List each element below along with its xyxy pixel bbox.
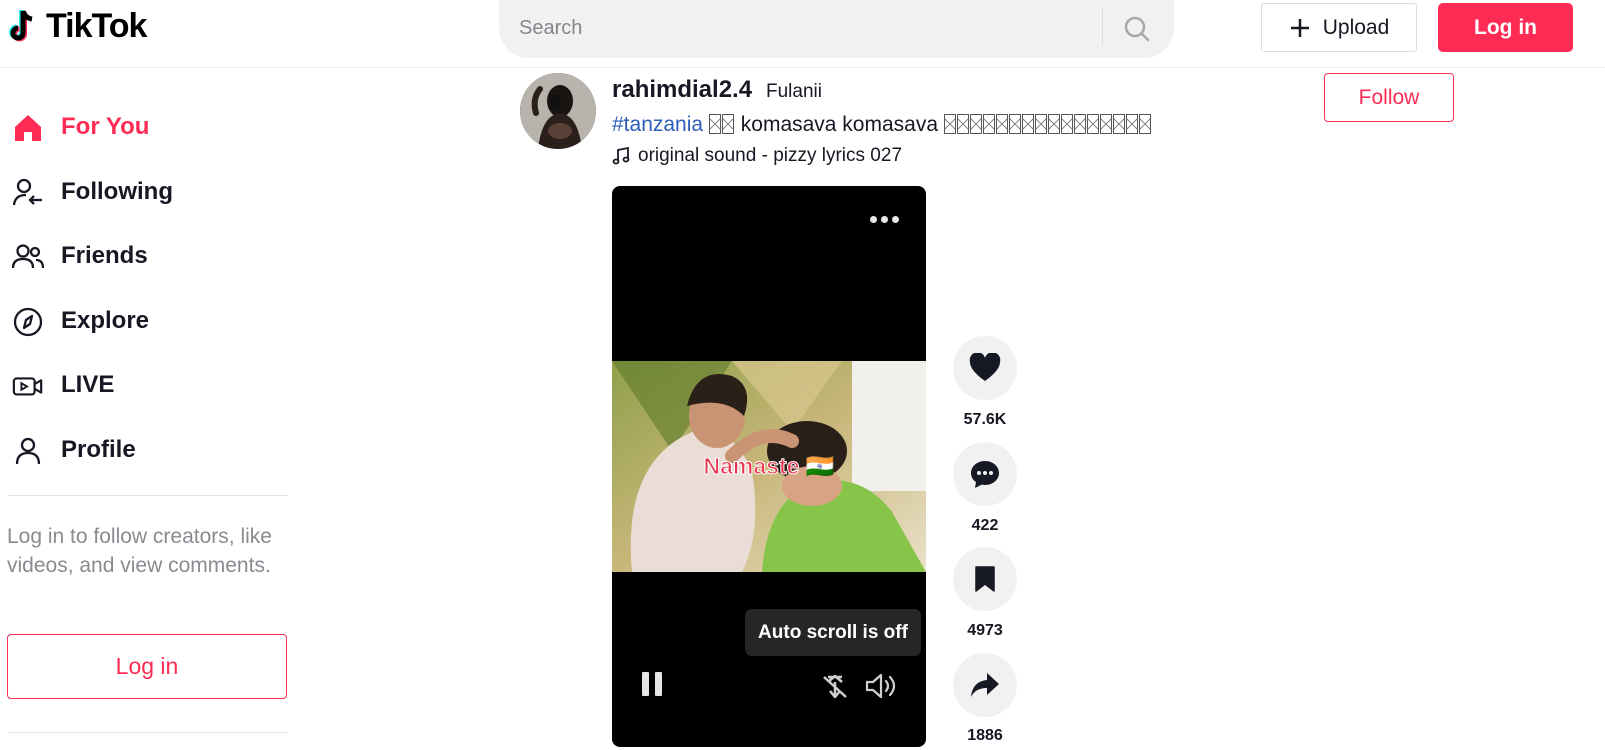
music-note-icon (612, 147, 630, 165)
sidebar-item-explore[interactable]: Explore (0, 296, 290, 346)
sidebar-item-label: Following (61, 178, 173, 205)
comment-button[interactable] (953, 442, 1017, 506)
like-count: 57.6K (963, 411, 1007, 428)
tiktok-logo[interactable]: TikTok (8, 6, 147, 46)
profile-icon (12, 435, 44, 467)
auto-scroll-off-icon[interactable] (820, 671, 850, 701)
plus-icon (1290, 18, 1309, 37)
top-header: TikTok Upload Log in (0, 0, 1605, 68)
compass-icon (12, 306, 44, 338)
sound-link[interactable]: original sound - pizzy lyrics 027 (612, 145, 902, 167)
search-divider (1102, 9, 1103, 46)
home-icon (12, 112, 44, 144)
avatar[interactable] (520, 73, 596, 149)
sidebar-item-label: For You (61, 113, 150, 140)
sidebar-item-label: Friends (61, 242, 148, 269)
sidebar-item-friends[interactable]: Friends (0, 231, 290, 281)
sidebar-divider (8, 495, 288, 496)
logo-text: TikTok (46, 6, 147, 45)
live-icon (12, 370, 44, 402)
sidebar-login-button[interactable]: Log in (7, 634, 287, 699)
post-username[interactable]: rahimdial2.4 (612, 76, 752, 104)
more-options-icon[interactable] (870, 214, 902, 224)
pause-icon[interactable] (642, 672, 666, 700)
comment-icon (971, 461, 999, 488)
avatar-image (520, 73, 596, 149)
video-overlay-text: Namaste 🇮🇳 (703, 453, 835, 480)
sidebar-divider (8, 732, 288, 733)
auto-scroll-toast: Auto scroll is off (745, 609, 921, 656)
post-caption: #tanzania komasava komasava (612, 113, 1152, 137)
sound-label: original sound - pizzy lyrics 027 (638, 145, 903, 166)
search-button[interactable] (1117, 10, 1157, 48)
save-count: 4973 (967, 622, 1003, 639)
upload-button[interactable]: Upload (1261, 3, 1417, 52)
sidebar-item-label: Profile (61, 436, 136, 463)
search-input[interactable] (519, 13, 1079, 43)
missing-glyphs (708, 113, 735, 136)
search-bar (499, 0, 1174, 58)
video-frame: Namaste 🇮🇳 (612, 361, 926, 572)
header-login-button[interactable]: Log in (1438, 3, 1573, 52)
video-player[interactable]: Namaste 🇮🇳 Auto scroll is off (612, 186, 926, 747)
follow-button[interactable]: Follow (1324, 73, 1454, 122)
login-prompt-text: Log in to follow creators, like videos, … (7, 525, 272, 577)
sidebar-item-live[interactable]: LIVE (0, 360, 290, 410)
share-button[interactable] (953, 653, 1017, 717)
bookmark-icon (975, 566, 995, 592)
following-icon (12, 177, 44, 209)
hashtag-link[interactable]: #tanzania (612, 113, 703, 136)
volume-icon[interactable] (864, 671, 898, 701)
like-button[interactable] (953, 336, 1017, 400)
share-count: 1886 (967, 727, 1003, 744)
share-icon (971, 673, 999, 697)
search-icon (1124, 16, 1150, 42)
upload-label: Upload (1322, 15, 1390, 39)
sidebar-item-for-you[interactable]: For You (0, 102, 290, 152)
sidebar-item-following[interactable]: Following (0, 167, 290, 217)
save-button[interactable] (953, 547, 1017, 611)
sidebar-item-label: Explore (61, 307, 150, 334)
friends-icon (12, 241, 44, 273)
sidebar-item-profile[interactable]: Profile (0, 425, 290, 475)
caption-text: komasava komasava (740, 113, 939, 136)
comment-count: 422 (971, 517, 999, 534)
post-nickname: Fulanii (766, 81, 822, 102)
tiktok-note-icon (9, 10, 33, 42)
heart-icon (969, 353, 1001, 381)
missing-glyphs (943, 113, 1152, 136)
sidebar-item-label: LIVE (61, 371, 115, 398)
